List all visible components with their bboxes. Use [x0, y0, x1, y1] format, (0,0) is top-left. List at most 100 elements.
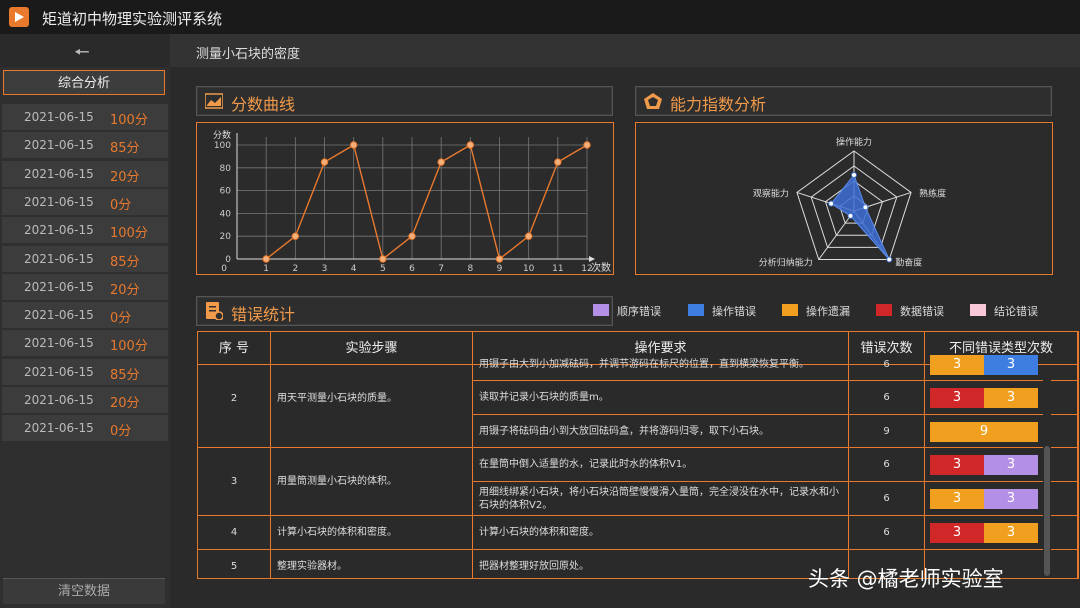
watermark: 头条 @橘老师实验室 [808, 567, 1004, 591]
score-point [524, 232, 533, 240]
score-point [379, 255, 387, 263]
error-type-bar: 9 [925, 415, 1078, 448]
record-date: 2021-06-15 [24, 223, 94, 238]
error-type-segment: 3 [930, 523, 984, 543]
legend-label: 数据错误 [900, 305, 944, 318]
x-tick-label: 7 [438, 264, 444, 274]
page-title: 测量小石块的密度 [196, 47, 301, 62]
legend-swatch [970, 304, 986, 316]
score-point [495, 255, 504, 263]
summary-analysis-button[interactable]: 综合分析 [3, 70, 165, 95]
record-date: 2021-06-15 [24, 110, 94, 124]
x-tick-label: 8 [467, 264, 473, 274]
step-description: 用量筒测量小石块的体积。 [271, 448, 473, 516]
requirement-text: 用细线绑紧小石块，将小石块沿筒壁慢慢滑入量筒，完全浸没在水中，记录水和小石块的体… [479, 486, 839, 511]
record-date: 2021-06-15 [24, 336, 94, 351]
radar-point [862, 204, 869, 211]
error-type-segment: 3 [930, 455, 984, 475]
requirement-cell: 读取并记录小石块的质量m。 [473, 381, 849, 415]
step-description: 计算小石块的体积和密度。 [271, 516, 473, 550]
origin-label: 0 [221, 264, 227, 274]
score-record-item[interactable]: 2021-06-15 20分 [2, 273, 168, 300]
score-point [437, 158, 445, 166]
record-score: 20分 [110, 169, 140, 185]
error-type-bar: 33 [925, 482, 1078, 516]
requirement-cell: 把器材整理好放回原处。 [473, 550, 849, 578]
score-record-item[interactable]: 2021-06-15 0分 [2, 302, 168, 329]
score-curve-title: 分数曲线 [231, 95, 296, 114]
step-description: 整理实验器材。 [271, 550, 473, 578]
error-type-segment: 3 [930, 355, 984, 375]
error-stats-title: 错误统计 [231, 305, 296, 324]
score-point [554, 158, 562, 166]
step-description: 用天平测量小石块的质量。 [271, 349, 473, 448]
radar-point [828, 200, 835, 207]
score-record-item[interactable]: 2021-06-15 20分 [2, 387, 168, 413]
radar-axis-label: 勤奋度 [895, 257, 922, 269]
error-count: 6 [849, 516, 925, 550]
error-type-segment: 3 [984, 388, 1038, 408]
score-record-item[interactable]: 2021-06-15 20分 [2, 160, 168, 187]
table-scroll-thumb[interactable] [1044, 446, 1050, 576]
radar-area [830, 173, 890, 260]
score-record-item[interactable]: 2021-06-15 0分 [2, 188, 168, 215]
app-title: 矩道初中物理实验测评系统 [42, 10, 223, 28]
clear-data-button[interactable]: 清空数据 [3, 578, 165, 604]
score-record-item[interactable]: 2021-06-15 100分 [2, 104, 168, 130]
requirement-text: 在量筒中倒入适量的水，记录此时水的体积V1。 [479, 459, 693, 470]
record-score: 0分 [110, 311, 132, 327]
requirement-text: 读取并记录小石块的质量m。 [479, 392, 609, 403]
record-date: 2021-06-15 [24, 364, 94, 379]
score-record-item[interactable]: 2021-06-15 85分 [2, 132, 168, 159]
error-count: 6 [849, 448, 925, 482]
requirement-cell: 用镊子由大到小加减砝码，并调节游码在标尺的位置，直到横梁恢复平衡。 [473, 349, 849, 381]
legend-swatch [593, 304, 609, 316]
ability-header: 能力指数分析 [635, 86, 1052, 116]
record-score: 85分 [110, 367, 140, 383]
score-line-chart: 0204060801001 2 3 4 5 6 7 8 9 10 11 12分数次数0 [213, 129, 611, 274]
x-tick-label: 4 [351, 264, 357, 274]
error-type-bar: 33 [925, 516, 1078, 550]
score-point [349, 141, 358, 149]
radar-point [886, 256, 893, 263]
score-record-item[interactable]: 2021-06-15 0分 [2, 415, 168, 442]
error-type-segment: 9 [930, 421, 1038, 442]
x-axis-label: 次数 [591, 261, 611, 274]
error-count: 6 [849, 349, 925, 381]
score-point [291, 232, 300, 240]
error-type-bar: 33 [925, 349, 1078, 381]
error-type-bar: 33 [925, 448, 1078, 482]
legend-label: 结论错误 [994, 305, 1038, 318]
score-record-item[interactable]: 2021-06-15 100分 [2, 330, 168, 357]
back-arrow-icon[interactable]: 🠔 [74, 40, 90, 70]
score-record-item[interactable]: 2021-06-15 85分 [2, 358, 168, 385]
record-date: 2021-06-15 [24, 138, 94, 153]
error-type-segment: 3 [984, 455, 1038, 475]
y-axis-label: 分数 [213, 129, 231, 141]
score-curve-header: 分数曲线 [196, 86, 613, 116]
score-record-item[interactable]: 2021-06-15 85分 [2, 245, 168, 272]
requirement-cell: 用细线绑紧小石块，将小石块沿筒壁慢慢滑入量筒，完全浸没在水中，记录水和小石块的体… [473, 482, 849, 516]
record-score: 100分 [110, 226, 148, 242]
record-date: 2021-06-15 [24, 393, 94, 407]
record-date: 2021-06-15 [24, 308, 94, 323]
record-date: 2021-06-15 [24, 194, 94, 209]
legend-label: 顺序错误 [617, 305, 661, 318]
requirement-cell: 用镊子将砝码由小到大放回砝码盒，并将游码归零，取下小石块。 [473, 415, 849, 448]
record-score: 20分 [110, 282, 140, 298]
ability-title: 能力指数分析 [670, 95, 767, 114]
error-stats-header: 错误统计 [196, 296, 613, 326]
ability-radar-chart: 操作能力熟练度勤奋度 分析归纳能力 观察能力 [753, 136, 946, 269]
x-tick-label: 9 [497, 264, 503, 274]
requirement-text: 把器材整理好放回原处。 [479, 561, 589, 572]
step-number: 4 [198, 516, 271, 550]
score-record-item[interactable]: 2021-06-15 100分 [2, 217, 168, 244]
error-table: 序 号实验步骤 操作要求 错误次数 不同错误类型次数 2 用天平测量小石块的质量。 3 用量… [197, 331, 1079, 579]
y-tick-label: 100 [214, 141, 231, 151]
y-tick-label: 40 [220, 209, 232, 219]
record-score: 0分 [110, 424, 132, 440]
requirement-cell: 计算小石块的体积和密度。 [473, 516, 849, 550]
pentagon-icon [644, 93, 662, 109]
record-score: 100分 [110, 339, 148, 355]
requirement-cell: 在量筒中倒入适量的水，记录此时水的体积V1。 [473, 448, 849, 482]
